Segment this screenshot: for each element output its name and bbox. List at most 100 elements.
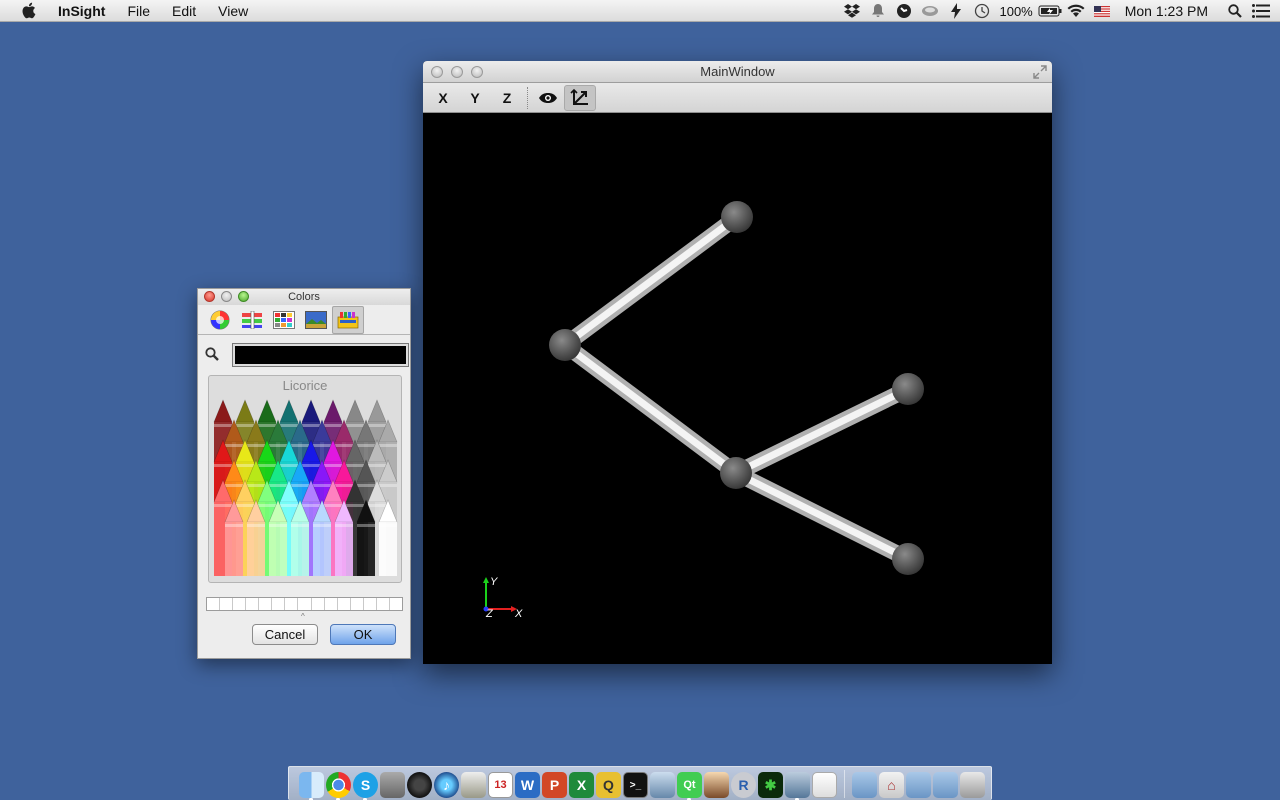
notification-bell-icon[interactable] bbox=[865, 0, 891, 22]
xcode-icon[interactable] bbox=[650, 772, 675, 798]
view-x-button[interactable]: X bbox=[427, 85, 459, 111]
crayon[interactable] bbox=[257, 399, 277, 423]
crayon[interactable] bbox=[357, 522, 375, 576]
favorite-swatches[interactable] bbox=[206, 597, 403, 611]
us-flag-icon[interactable] bbox=[1089, 0, 1115, 22]
fullscreen-icon[interactable] bbox=[1032, 64, 1048, 80]
colors-panel-title: Colors bbox=[288, 291, 320, 303]
ok-button[interactable]: OK bbox=[330, 624, 396, 645]
crayon[interactable] bbox=[291, 522, 309, 576]
crayon-band bbox=[269, 444, 287, 447]
wifi-icon[interactable] bbox=[1063, 0, 1089, 22]
crayon[interactable] bbox=[367, 399, 387, 423]
crayon[interactable] bbox=[323, 399, 343, 423]
crayon-band bbox=[346, 464, 364, 467]
crayon[interactable] bbox=[379, 522, 397, 576]
finder-icon[interactable] bbox=[299, 772, 324, 800]
tools-icon[interactable] bbox=[785, 772, 810, 800]
crayon-band bbox=[225, 524, 243, 527]
itunes-icon[interactable] bbox=[407, 772, 432, 798]
colors-titlebar[interactable]: Colors bbox=[198, 289, 410, 305]
menu-app-name[interactable]: InSight bbox=[51, 0, 116, 22]
dock: S ♪ 13 W P X Q >_ Qt R ✱ ⌂ bbox=[288, 766, 992, 800]
calendar-icon[interactable]: 13 bbox=[488, 772, 513, 798]
itunes-music-icon[interactable]: ♪ bbox=[434, 772, 459, 798]
crayons-icon[interactable] bbox=[332, 305, 364, 334]
crayon[interactable] bbox=[301, 399, 321, 423]
fern-icon[interactable]: ✱ bbox=[758, 772, 783, 798]
graph-canvas[interactable]: Y X Z bbox=[423, 113, 1052, 664]
3d-viewport[interactable]: Y X Z bbox=[423, 113, 1052, 664]
terminal-icon[interactable]: >_ bbox=[623, 772, 648, 798]
color-sliders-icon[interactable] bbox=[236, 306, 268, 334]
power-bolt-icon[interactable] bbox=[943, 0, 969, 22]
main-toolbar: X Y Z bbox=[423, 83, 1052, 113]
crayon[interactable] bbox=[225, 522, 243, 576]
crayon-band bbox=[247, 444, 265, 447]
textedit-icon[interactable] bbox=[812, 772, 837, 798]
folder-applications-icon[interactable] bbox=[852, 772, 877, 798]
main-window-titlebar[interactable]: MainWindow bbox=[423, 61, 1052, 83]
script-editor-icon[interactable] bbox=[461, 772, 486, 798]
minimize-panel-button[interactable] bbox=[221, 291, 232, 302]
crayon[interactable] bbox=[235, 399, 255, 423]
crayon[interactable] bbox=[345, 399, 365, 423]
home-folder-icon[interactable]: ⌂ bbox=[879, 772, 904, 798]
battery-icon[interactable] bbox=[1037, 0, 1063, 22]
graph-node bbox=[720, 457, 752, 489]
disk-icon[interactable] bbox=[917, 0, 943, 22]
close-window-button[interactable] bbox=[431, 66, 443, 78]
qt-icon[interactable]: Qt bbox=[677, 772, 702, 800]
crayon[interactable] bbox=[313, 522, 331, 576]
crayon-band bbox=[335, 524, 353, 527]
crayon[interactable] bbox=[213, 399, 233, 423]
powerpoint-icon[interactable]: P bbox=[542, 772, 567, 798]
view-y-button[interactable]: Y bbox=[459, 85, 491, 111]
magnifier-icon[interactable] bbox=[205, 347, 219, 364]
downloads-folder-icon[interactable] bbox=[933, 772, 958, 798]
crayon-band bbox=[258, 504, 276, 507]
crayon-band bbox=[346, 424, 364, 427]
zoom-panel-button[interactable] bbox=[238, 291, 249, 302]
color-palettes-icon[interactable] bbox=[268, 306, 300, 334]
minimize-window-button[interactable] bbox=[451, 66, 463, 78]
word-icon[interactable]: W bbox=[515, 772, 540, 798]
image-palettes-icon[interactable] bbox=[300, 306, 332, 334]
selected-color-swatch[interactable] bbox=[232, 343, 409, 367]
crayon[interactable] bbox=[269, 522, 287, 576]
dropbox-icon[interactable] bbox=[839, 0, 865, 22]
crayon-band bbox=[313, 524, 331, 527]
menu-file[interactable]: File bbox=[116, 0, 161, 22]
user-icon[interactable] bbox=[704, 772, 729, 798]
spotlight-search-icon[interactable] bbox=[1222, 0, 1248, 22]
apple-menu-icon[interactable] bbox=[19, 2, 37, 20]
preview-icon[interactable] bbox=[380, 772, 405, 798]
crayon[interactable] bbox=[279, 399, 299, 423]
crayon-band bbox=[269, 524, 287, 527]
qtcreator-icon[interactable]: Q bbox=[596, 772, 621, 798]
skype-tray-icon[interactable] bbox=[891, 0, 917, 22]
documents-folder-icon[interactable] bbox=[906, 772, 931, 798]
view-z-button[interactable]: Z bbox=[491, 85, 523, 111]
chrome-icon[interactable] bbox=[326, 772, 351, 800]
crayon[interactable] bbox=[247, 522, 265, 576]
skype-icon[interactable]: S bbox=[353, 772, 378, 800]
zoom-window-button[interactable] bbox=[471, 66, 483, 78]
eye-icon[interactable] bbox=[532, 85, 564, 111]
excel-icon[interactable]: X bbox=[569, 772, 594, 798]
close-panel-button[interactable] bbox=[204, 291, 215, 302]
notification-center-icon[interactable] bbox=[1248, 0, 1274, 22]
time-machine-icon[interactable] bbox=[969, 0, 995, 22]
crayon[interactable] bbox=[335, 522, 353, 576]
menu-view[interactable]: View bbox=[207, 0, 259, 22]
r-icon[interactable]: R bbox=[731, 772, 756, 798]
cancel-button[interactable]: Cancel bbox=[252, 624, 318, 645]
resize-grip-icon[interactable]: ^ bbox=[301, 612, 305, 621]
menu-edit[interactable]: Edit bbox=[161, 0, 207, 22]
color-wheel-icon[interactable] bbox=[204, 306, 236, 334]
trash-icon[interactable] bbox=[960, 772, 985, 798]
menu-clock[interactable]: Mon 1:23 PM bbox=[1115, 3, 1222, 19]
axes-toggle-icon[interactable] bbox=[564, 84, 596, 111]
graph-node bbox=[549, 329, 581, 361]
crayon-picker[interactable] bbox=[210, 396, 402, 582]
